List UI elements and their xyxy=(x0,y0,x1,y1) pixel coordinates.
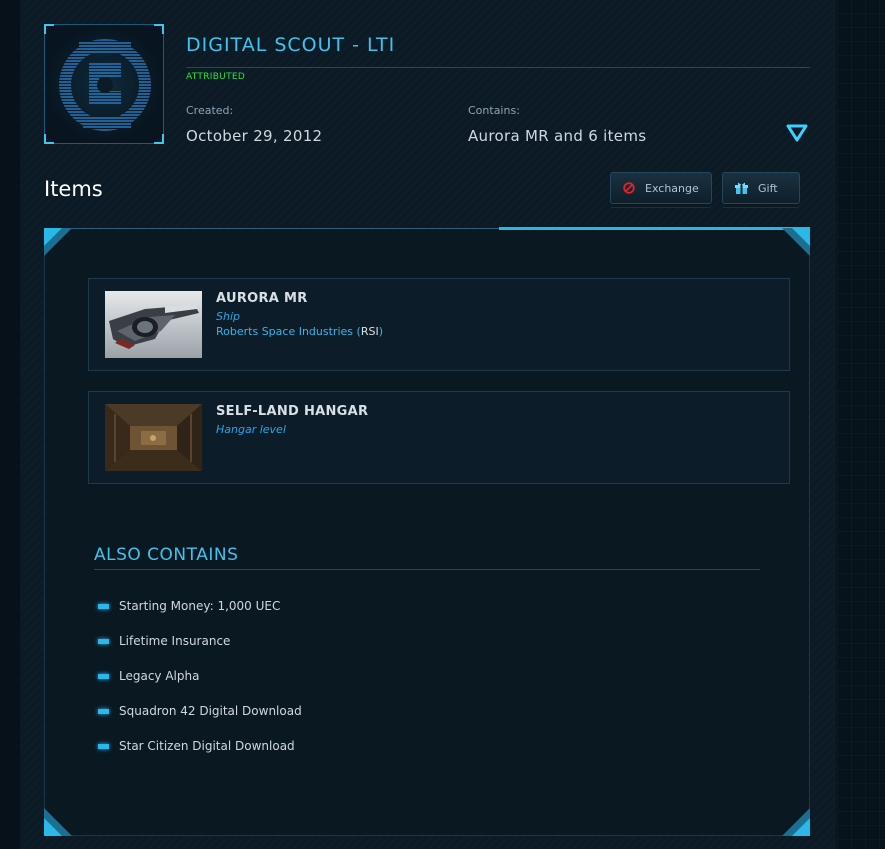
page-left-margin xyxy=(0,0,20,849)
manufacturer-code: RSI xyxy=(360,325,379,338)
created-value: October 29, 2012 xyxy=(186,127,323,145)
item-card-aurora[interactable]: AURORA MR Ship Roberts Space Industries … xyxy=(88,278,790,371)
gift-button[interactable]: Gift xyxy=(722,172,800,204)
rsi-logo-icon xyxy=(59,39,151,131)
list-item: Starting Money: 1,000 UEC xyxy=(98,599,280,613)
created-label: Created: xyxy=(186,104,234,117)
item-name: AURORA MR xyxy=(216,291,308,306)
bullet-icon xyxy=(98,638,109,644)
frame-top-highlight xyxy=(499,227,810,230)
status-badge: ATTRIBUTED xyxy=(186,72,246,82)
frame-corner-top-right xyxy=(782,228,810,256)
item-name: SELF-LAND HANGAR xyxy=(216,404,369,419)
items-heading: Items xyxy=(44,177,103,201)
expand-toggle[interactable] xyxy=(786,123,808,143)
pledge-thumbnail[interactable] xyxy=(44,24,164,144)
list-item: Star Citizen Digital Download xyxy=(98,739,295,753)
list-item-label: Legacy Alpha xyxy=(119,669,200,683)
page-right-margin xyxy=(837,0,885,849)
contains-value: Aurora MR and 6 items xyxy=(468,127,647,145)
bullet-icon xyxy=(98,603,109,609)
title-divider xyxy=(186,67,810,68)
also-contains-divider xyxy=(94,569,760,570)
list-item-label: Star Citizen Digital Download xyxy=(119,739,295,753)
contains-label: Contains: xyxy=(468,104,520,117)
no-entry-icon xyxy=(623,182,635,194)
list-item-label: Lifetime Insurance xyxy=(119,634,231,648)
list-item-label: Squadron 42 Digital Download xyxy=(119,704,302,718)
list-item: Legacy Alpha xyxy=(98,669,199,683)
bullet-icon xyxy=(98,708,109,714)
pledge-title: DIGITAL SCOUT - LTI xyxy=(186,34,396,56)
manufacturer-name[interactable]: Roberts Space Industries xyxy=(216,325,353,338)
list-item: Squadron 42 Digital Download xyxy=(98,704,302,718)
bullet-icon xyxy=(98,673,109,679)
list-item-label: Starting Money: 1,000 UEC xyxy=(119,599,281,613)
exchange-button[interactable]: Exchange xyxy=(610,172,712,204)
item-card-hangar[interactable]: SELF-LAND HANGAR Hangar level xyxy=(88,391,790,484)
item-type: Ship xyxy=(216,310,240,323)
exchange-label: Exchange xyxy=(645,181,699,195)
frame-corner-top-left xyxy=(44,228,72,256)
also-contains-heading: ALSO CONTAINS xyxy=(94,545,239,565)
gift-label: Gift xyxy=(758,181,778,195)
ship-image xyxy=(105,291,202,358)
bullet-icon xyxy=(98,743,109,749)
item-manufacturer: Roberts Space Industries (RSI) xyxy=(216,325,383,338)
list-item: Lifetime Insurance xyxy=(98,634,230,648)
frame-corner-bottom-right xyxy=(782,808,810,836)
item-type: Hangar level xyxy=(216,423,286,436)
frame-corner-bottom-left xyxy=(44,808,72,836)
chevron-down-icon xyxy=(786,124,808,142)
gift-icon xyxy=(735,182,748,195)
hangar-image xyxy=(105,404,202,471)
